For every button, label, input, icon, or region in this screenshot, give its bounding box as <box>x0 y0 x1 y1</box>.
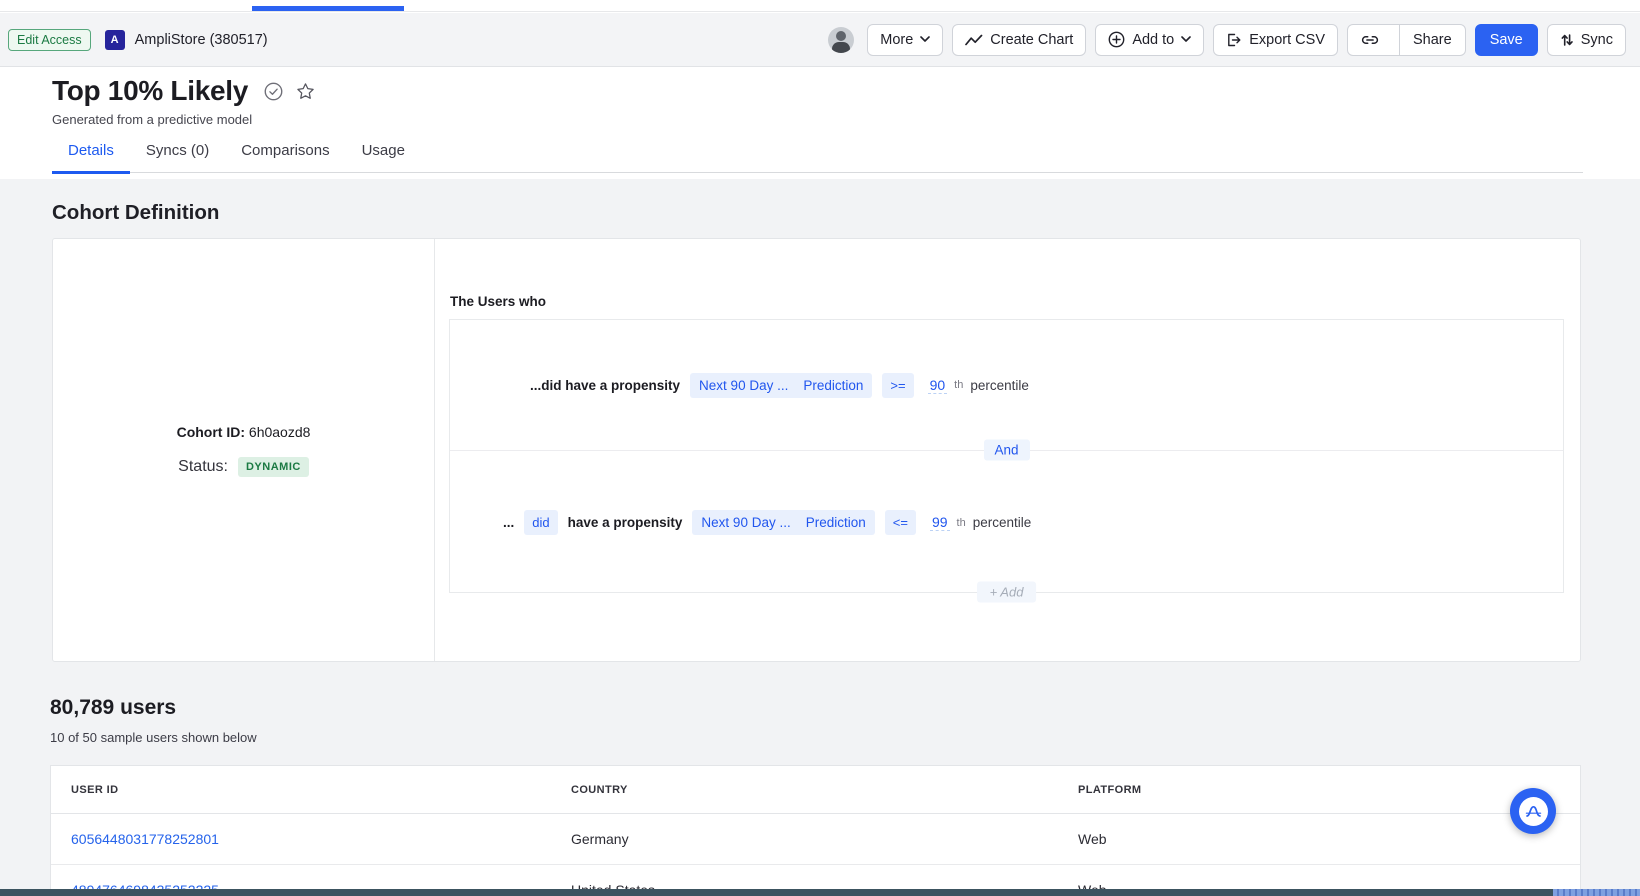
page-subtitle: Generated from a predictive model <box>52 112 1640 127</box>
sync-label: Sync <box>1581 32 1613 48</box>
table-header-row: USER ID COUNTRY PLATFORM <box>51 766 1580 814</box>
sync-arrows-icon <box>1560 33 1574 47</box>
add-to-label: Add to <box>1132 32 1174 48</box>
clause2-dots: ... <box>503 515 514 530</box>
copy-link-button[interactable] <box>1348 25 1392 55</box>
clause2-property[interactable]: Next 90 Day ... <box>701 515 790 530</box>
country-cell: Germany <box>571 831 1078 847</box>
definition-panel: The Users who ...did have a propensity N… <box>436 239 1580 661</box>
clause-row-1: ...did have a propensity Next 90 Day ...… <box>450 320 1563 450</box>
users-count: 80,789 users <box>50 696 176 720</box>
amplitude-logo-icon <box>1519 797 1548 826</box>
cohort-meta-panel: Cohort ID: 6h0aozd8 Status: DYNAMIC <box>53 239 435 661</box>
status-label: Status: <box>178 458 228 476</box>
bottom-bar-progress <box>1553 889 1640 896</box>
platform-cell: Web <box>1078 831 1580 847</box>
clause1-unit-small: th <box>954 379 963 391</box>
line-chart-icon <box>965 34 983 46</box>
clause1-property2[interactable]: Prediction <box>803 378 863 393</box>
user-id-link[interactable]: 6056448031778252801 <box>71 831 571 847</box>
chevron-down-icon <box>920 36 930 43</box>
content: Cohort Definition Cohort ID: 6h0aozd8 St… <box>0 179 1640 896</box>
clause2-operator-select[interactable]: <= <box>885 510 916 535</box>
users-who-label: The Users who <box>450 294 546 309</box>
tab-usage[interactable]: Usage <box>346 142 421 172</box>
toolbar: Edit Access A AmpliStore (380517) More C… <box>0 13 1640 67</box>
users-table: USER ID COUNTRY PLATFORM 605644803177825… <box>50 765 1581 896</box>
cohort-status: Status: DYNAMIC <box>178 457 309 477</box>
clause2-property2[interactable]: Prediction <box>806 515 866 530</box>
circle-plus-icon <box>1108 31 1125 48</box>
avatar-torso <box>832 42 850 53</box>
clause1-property[interactable]: Next 90 Day ... <box>699 378 788 393</box>
clause2-unit-small: th <box>957 517 966 529</box>
cohort-definition-card: Cohort ID: 6h0aozd8 Status: DYNAMIC The … <box>52 238 1581 662</box>
more-label: More <box>880 32 913 48</box>
page-title: Top 10% Likely <box>52 75 248 107</box>
clause-row-2: ... did have a propensity Next 90 Day ..… <box>450 451 1563 594</box>
org-avatar[interactable]: A <box>105 30 125 50</box>
title-block: Top 10% Likely Generated from a predicti… <box>0 68 1640 179</box>
browser-top-strip <box>0 0 1640 12</box>
edit-access-badge[interactable]: Edit Access <box>8 29 91 51</box>
user-avatar[interactable] <box>828 27 854 53</box>
more-button[interactable]: More <box>867 24 943 56</box>
status-badge: DYNAMIC <box>238 457 309 477</box>
add-clause-button[interactable]: + Add <box>977 582 1037 603</box>
clause2-value-input[interactable]: 99 <box>930 514 950 531</box>
clause2-unit: percentile <box>973 515 1032 530</box>
col-header-platform: PLATFORM <box>1078 784 1580 796</box>
verified-check-icon <box>264 82 283 101</box>
clause2-text: have a propensity <box>568 515 683 530</box>
toolbar-right: More Create Chart Add to Export CSV Sh <box>828 24 1632 56</box>
tab-comparisons[interactable]: Comparisons <box>225 142 345 172</box>
section-title: Cohort Definition <box>52 201 219 225</box>
tab-bar: Details Syncs (0) Comparisons Usage <box>52 142 1583 173</box>
screen: Edit Access A AmpliStore (380517) More C… <box>0 0 1640 896</box>
col-header-country: COUNTRY <box>571 784 1078 796</box>
create-chart-button[interactable]: Create Chart <box>952 24 1086 56</box>
table-row: 6056448031778252801 Germany Web <box>51 814 1580 864</box>
tab-details[interactable]: Details <box>52 142 130 174</box>
title-row: Top 10% Likely <box>52 75 1640 107</box>
bottom-bar <box>0 889 1640 896</box>
amplitude-fab-button[interactable] <box>1510 788 1556 834</box>
toolbar-left: Edit Access A AmpliStore (380517) <box>8 29 268 51</box>
clause1-operator-select[interactable]: >= <box>882 373 913 398</box>
share-button[interactable]: Share <box>1399 25 1465 55</box>
clause1-prefix: ...did have a propensity <box>530 378 680 393</box>
export-csv-button[interactable]: Export CSV <box>1213 24 1338 56</box>
chevron-down-icon <box>1181 36 1191 43</box>
cohort-id-label: Cohort ID: <box>177 424 245 440</box>
clause-box: ...did have a propensity Next 90 Day ...… <box>449 319 1564 593</box>
clause2-verb-select[interactable]: did <box>524 510 557 535</box>
share-split-button: Share <box>1347 24 1466 56</box>
link-icon <box>1361 32 1379 48</box>
org-name[interactable]: AmpliStore (380517) <box>135 32 268 48</box>
add-to-button[interactable]: Add to <box>1095 24 1204 56</box>
cohort-id-value: 6h0aozd8 <box>249 424 311 440</box>
clause1-value-input[interactable]: 90 <box>928 377 948 394</box>
users-sample-note: 10 of 50 sample users shown below <box>50 730 257 745</box>
export-csv-label: Export CSV <box>1249 32 1325 48</box>
loading-bar <box>252 6 404 11</box>
clause1-unit: percentile <box>970 378 1029 393</box>
col-header-user-id: USER ID <box>71 784 571 796</box>
clause1-property-select[interactable]: Next 90 Day ... Prediction <box>690 373 872 398</box>
save-button[interactable]: Save <box>1475 24 1538 56</box>
sync-button[interactable]: Sync <box>1547 24 1626 56</box>
tab-syncs[interactable]: Syncs (0) <box>130 142 225 172</box>
create-chart-label: Create Chart <box>990 32 1073 48</box>
clause2-property-select[interactable]: Next 90 Day ... Prediction <box>692 510 874 535</box>
avatar-head <box>836 31 846 41</box>
favorite-star-icon[interactable] <box>296 82 315 101</box>
export-icon <box>1226 32 1242 48</box>
cohort-id: Cohort ID: 6h0aozd8 <box>177 424 311 440</box>
